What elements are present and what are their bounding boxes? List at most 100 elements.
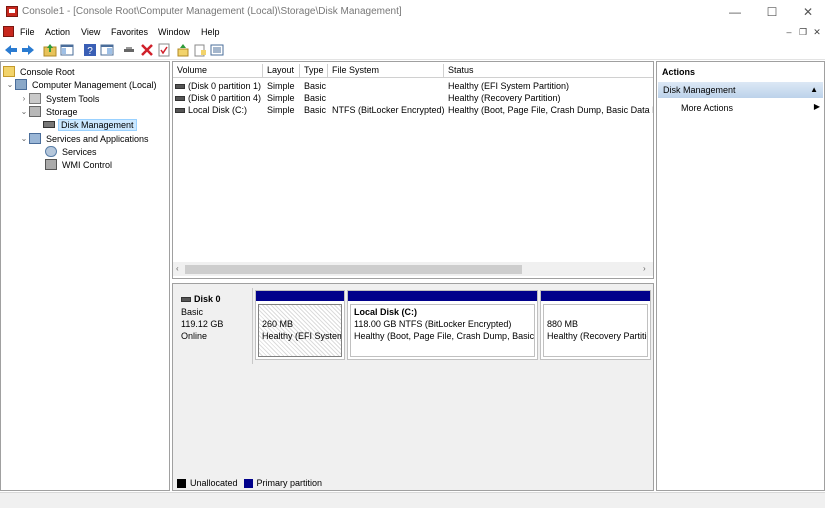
tree-item-disk-management[interactable]: Disk Management [43, 118, 137, 131]
tree-item-services-and-applications[interactable]: ⌄ Services and Applications [19, 132, 151, 145]
back-arrow-icon[interactable] [4, 43, 18, 57]
column-header-layout[interactable]: Layout [263, 64, 300, 78]
menu-favorites[interactable]: Favorites [111, 27, 148, 37]
disk-graphical-view[interactable]: Disk 0 Basic 119.12 GB Online 260 MB Hea… [172, 283, 654, 491]
partition-local-disk-c[interactable]: Local Disk (C:) 118.00 GB NTFS (BitLocke… [347, 290, 538, 360]
chevron-down-icon[interactable]: ⌄ [5, 80, 15, 89]
title-bar: Console1 - [Console Root\Computer Manage… [0, 0, 825, 24]
legend: Unallocated Primary partition [177, 477, 322, 489]
primary-partition-bar [541, 291, 650, 301]
primary-partition-swatch [243, 478, 253, 488]
status-cell: Healthy (Boot, Page File, Crash Dump, Ba… [448, 105, 653, 115]
horizontal-scrollbar[interactable]: ‹ › [173, 262, 653, 276]
storage-icon [29, 106, 41, 117]
mdi-close-button[interactable]: ✕ [811, 26, 823, 38]
layout-cell: Simple [267, 93, 295, 103]
disk-kind: Basic [181, 307, 204, 317]
column-header-file-system[interactable]: File System [328, 64, 444, 78]
check-icon[interactable] [157, 43, 171, 57]
tree-item-storage[interactable]: ⌄ Storage [19, 105, 80, 118]
minimize-button[interactable]: — [727, 4, 743, 20]
status-cell: Healthy (EFI System Partition) [448, 81, 570, 91]
volume-list[interactable]: Volume Layout Type File System Status (D… [172, 61, 654, 279]
status-cell: Healthy (Recovery Partition) [448, 93, 561, 103]
tree-item-wmi-control[interactable]: WMI Control [45, 158, 114, 171]
chevron-down-icon[interactable]: ⌄ [19, 107, 29, 116]
tree-item-system-tools[interactable]: › System Tools [19, 92, 101, 105]
scrollbar-thumb[interactable] [185, 265, 522, 274]
partition-body: Local Disk (C:) 118.00 GB NTFS (BitLocke… [350, 304, 535, 357]
partition-body: 880 MB Healthy (Recovery Partitic [543, 304, 648, 357]
more-actions-item[interactable]: More Actions [681, 103, 733, 113]
menu-help[interactable]: Help [201, 27, 220, 37]
legend-unallocated-label: Unallocated [190, 478, 238, 488]
close-button[interactable]: ✕ [800, 4, 816, 20]
mdi-restore-button[interactable]: ❐ [797, 26, 809, 38]
menu-file[interactable]: File [20, 27, 35, 37]
actions-section-disk-management[interactable]: Disk Management ▲ [658, 82, 823, 98]
volume-cell: (Disk 0 partition 4) [175, 92, 263, 104]
column-header-type[interactable]: Type [300, 64, 328, 78]
computer-management-icon [15, 79, 27, 90]
disk-management-icon [43, 121, 55, 128]
console-tree[interactable]: Console Root ⌄ Computer Management (Loca… [0, 61, 170, 491]
partition-efi[interactable]: 260 MB Healthy (EFI System [255, 290, 345, 360]
view-icon[interactable] [210, 43, 224, 57]
properties-icon[interactable] [100, 43, 114, 57]
status-bar [0, 492, 825, 508]
svg-text:?: ? [87, 46, 93, 57]
help-icon[interactable]: ? [83, 43, 97, 57]
partition-size: 880 MB [547, 319, 579, 329]
column-header-status[interactable]: Status [444, 64, 653, 78]
menu-action[interactable]: Action [45, 27, 70, 37]
forward-arrow-icon[interactable] [21, 43, 35, 57]
submenu-arrow-icon[interactable]: ▶ [814, 102, 820, 111]
column-header-volume[interactable]: Volume [173, 64, 263, 78]
collapse-up-icon[interactable]: ▲ [810, 85, 818, 94]
services-apps-icon [29, 133, 41, 144]
volume-cell: (Disk 0 partition 1) [175, 80, 263, 92]
menu-window[interactable]: Window [158, 27, 190, 37]
partition-status: Healthy (Recovery Partitic [547, 331, 648, 341]
legend-primary-partition-label: Primary partition [256, 478, 323, 488]
delete-icon[interactable] [140, 43, 154, 57]
show-hide-tree-icon[interactable] [60, 43, 74, 57]
actions-pane: Actions Disk Management ▲ More Actions ▶ [656, 61, 825, 491]
chevron-down-icon[interactable]: ⌄ [19, 134, 29, 143]
system-tools-icon [29, 93, 41, 104]
menu-view[interactable]: View [81, 27, 100, 37]
console-icon[interactable] [3, 26, 14, 37]
actions-header: Actions [662, 67, 696, 77]
tree-item-console-root[interactable]: Console Root [3, 65, 77, 78]
mdi-minimize-button[interactable]: – [783, 26, 795, 38]
up-folder-icon[interactable] [43, 43, 57, 57]
scroll-right-arrow-icon[interactable]: › [643, 264, 646, 273]
unallocated-swatch [177, 478, 186, 488]
scroll-left-arrow-icon[interactable]: ‹ [176, 264, 179, 273]
primary-partition-bar [348, 291, 537, 301]
layout-cell: Simple [267, 105, 295, 115]
wmi-control-icon [45, 159, 57, 170]
menu-bar: File Action View Favorites Window Help –… [0, 24, 825, 40]
disk-info-panel[interactable]: Disk 0 Basic 119.12 GB Online [175, 288, 253, 364]
connect-icon[interactable] [122, 43, 136, 57]
volume-cell: Local Disk (C:) [175, 104, 263, 116]
tree-item-computer-management[interactable]: ⌄ Computer Management (Local) [5, 78, 159, 91]
disk-icon [175, 108, 185, 114]
type-cell: Basic [304, 93, 327, 103]
mmc-app-icon[interactable] [6, 6, 18, 17]
partition-recovery[interactable]: 880 MB Healthy (Recovery Partitic [540, 290, 651, 360]
chevron-right-icon[interactable]: › [19, 94, 29, 103]
type-cell: Basic [304, 81, 327, 91]
disk-icon [181, 297, 191, 303]
disk-icon [175, 84, 185, 90]
export-icon[interactable] [193, 43, 207, 57]
disk-icon [175, 96, 185, 102]
maximize-button[interactable]: ☐ [764, 4, 780, 20]
import-icon[interactable] [176, 43, 190, 57]
services-icon [45, 146, 57, 157]
folder-icon [3, 66, 15, 77]
tree-item-services[interactable]: Services [45, 145, 99, 158]
partition-title: Local Disk (C:) [354, 307, 418, 317]
disk-name: Disk 0 [181, 294, 221, 304]
